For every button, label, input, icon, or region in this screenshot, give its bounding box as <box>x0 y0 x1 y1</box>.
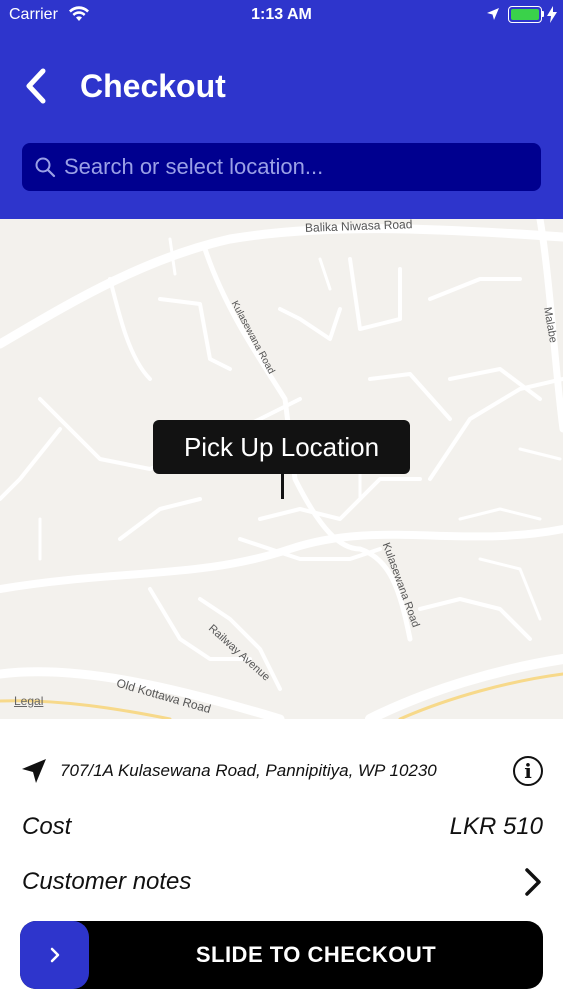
slide-label: SLIDE TO CHECKOUT <box>195 942 437 967</box>
map-view[interactable]: Balika Niwasa Road Kulasewana Road Kulas… <box>0 219 563 719</box>
search-icon <box>35 157 56 178</box>
search-bar[interactable] <box>22 143 541 191</box>
customer-notes-row[interactable]: Customer notes <box>22 864 543 900</box>
chevron-right-icon <box>525 868 541 896</box>
battery-tip <box>542 11 544 17</box>
page-title: Checkout <box>80 68 226 104</box>
navigation-arrow-icon <box>22 759 46 783</box>
chevron-left-icon <box>26 68 46 104</box>
map-pin-icon <box>281 474 284 499</box>
cost-label: Cost <box>22 813 72 840</box>
info-icon[interactable]: i <box>513 756 543 786</box>
chevron-right-small-icon <box>50 947 59 963</box>
clock: 1:13 AM <box>251 6 312 23</box>
charging-bolt-icon <box>547 6 557 23</box>
back-button[interactable] <box>18 66 54 106</box>
battery-level <box>511 9 539 20</box>
header-bar: Carrier 1:13 AM Checkout <box>0 0 563 219</box>
cost-value: LKR 510 <box>449 813 543 840</box>
address-row: 707/1A Kulasewana Road, Pannipitiya, WP … <box>20 752 543 790</box>
location-services-icon <box>487 8 499 20</box>
slide-to-checkout[interactable]: SLIDE TO CHECKOUT <box>20 921 543 989</box>
cost-row: Cost LKR 510 <box>22 810 543 844</box>
address-text: 707/1A Kulasewana Road, Pannipitiya, WP … <box>60 761 437 780</box>
pickup-location-label: Pick Up Location <box>153 420 410 474</box>
search-input[interactable] <box>64 143 541 191</box>
battery-icon <box>508 6 542 23</box>
slide-handle[interactable] <box>20 921 89 989</box>
customer-notes-label: Customer notes <box>22 868 192 895</box>
status-bar: Carrier 1:13 AM <box>0 0 563 30</box>
map-legal-link[interactable]: Legal <box>14 694 43 708</box>
